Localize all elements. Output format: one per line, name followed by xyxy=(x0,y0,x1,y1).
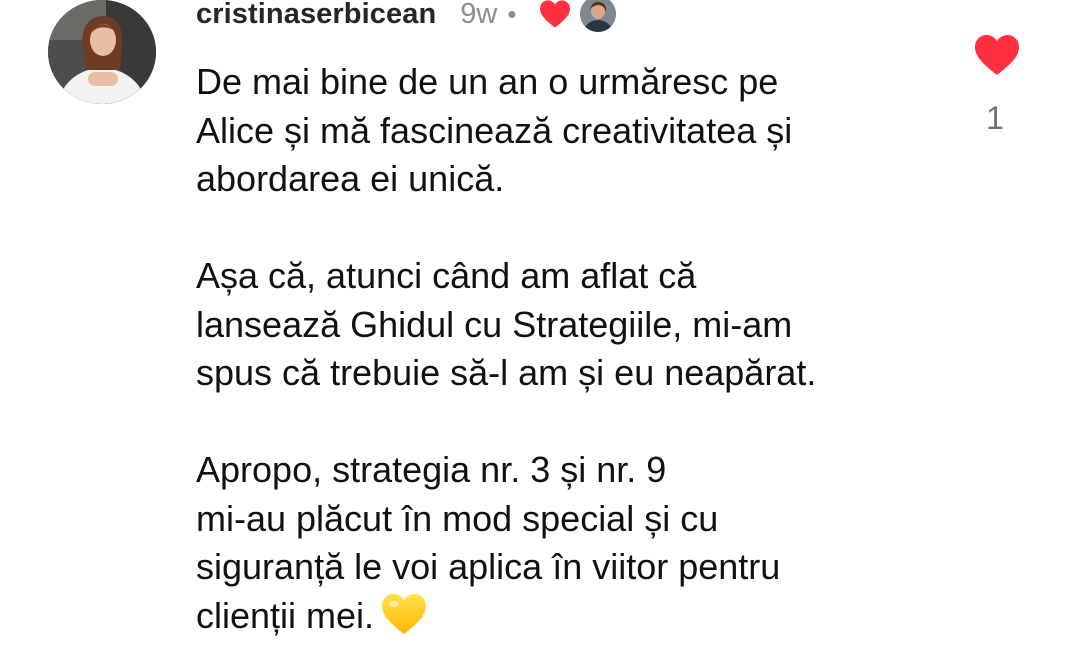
comment-header: cristinaserbicean 9w • xyxy=(196,0,617,34)
comment-line: spus că trebuie să-l am și eu neapărat. xyxy=(196,352,817,393)
author-avatar[interactable] xyxy=(48,0,156,104)
comment-line: lansează Ghidul cu Strategiile, mi-am xyxy=(196,303,793,345)
comment-last-line: clienții mei. xyxy=(196,592,956,641)
comment-line: mi-au plăcut în mod special și cu xyxy=(196,497,719,539)
heart-icon xyxy=(538,0,572,29)
yellow-heart-icon xyxy=(380,592,428,636)
like-button[interactable] xyxy=(973,32,1021,78)
comment-line: Apropo, strategia nr. 3 și nr. 9 xyxy=(196,449,667,490)
comment-text: De mai bine de un an o urmăresc pe Alice… xyxy=(196,58,956,640)
comment-line: Alice și mă fascinează creativitatea și xyxy=(196,109,793,151)
comment-line-text: clienții mei. xyxy=(196,594,375,636)
comment-line: siguranță le voi aplica în viitor pentru xyxy=(196,546,781,587)
comment-line: De mai bine de un an o urmăresc pe xyxy=(196,61,779,102)
like-count[interactable]: 1 xyxy=(960,100,1030,137)
author-username[interactable]: cristinaserbicean xyxy=(196,0,436,31)
creator-avatar xyxy=(580,0,617,32)
heart-icon xyxy=(975,35,1019,75)
comment-line: Așa că, atunci când am aflat că xyxy=(196,255,697,296)
comment-line: abordarea ei unică. xyxy=(196,158,505,199)
comment-timestamp: 9w xyxy=(460,0,498,30)
separator-dot: • xyxy=(507,0,517,29)
